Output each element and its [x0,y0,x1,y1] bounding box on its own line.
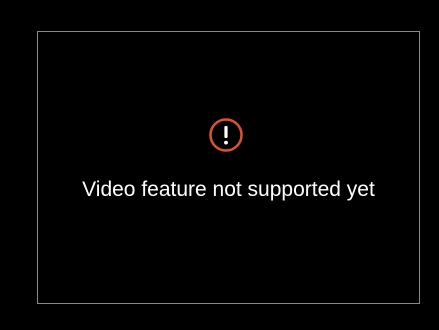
unsupported-message: Video feature not supported yet [82,178,375,201]
warning-icon [208,117,244,153]
video-player: Video feature not supported yet [0,0,439,330]
video-frame [37,31,420,304]
